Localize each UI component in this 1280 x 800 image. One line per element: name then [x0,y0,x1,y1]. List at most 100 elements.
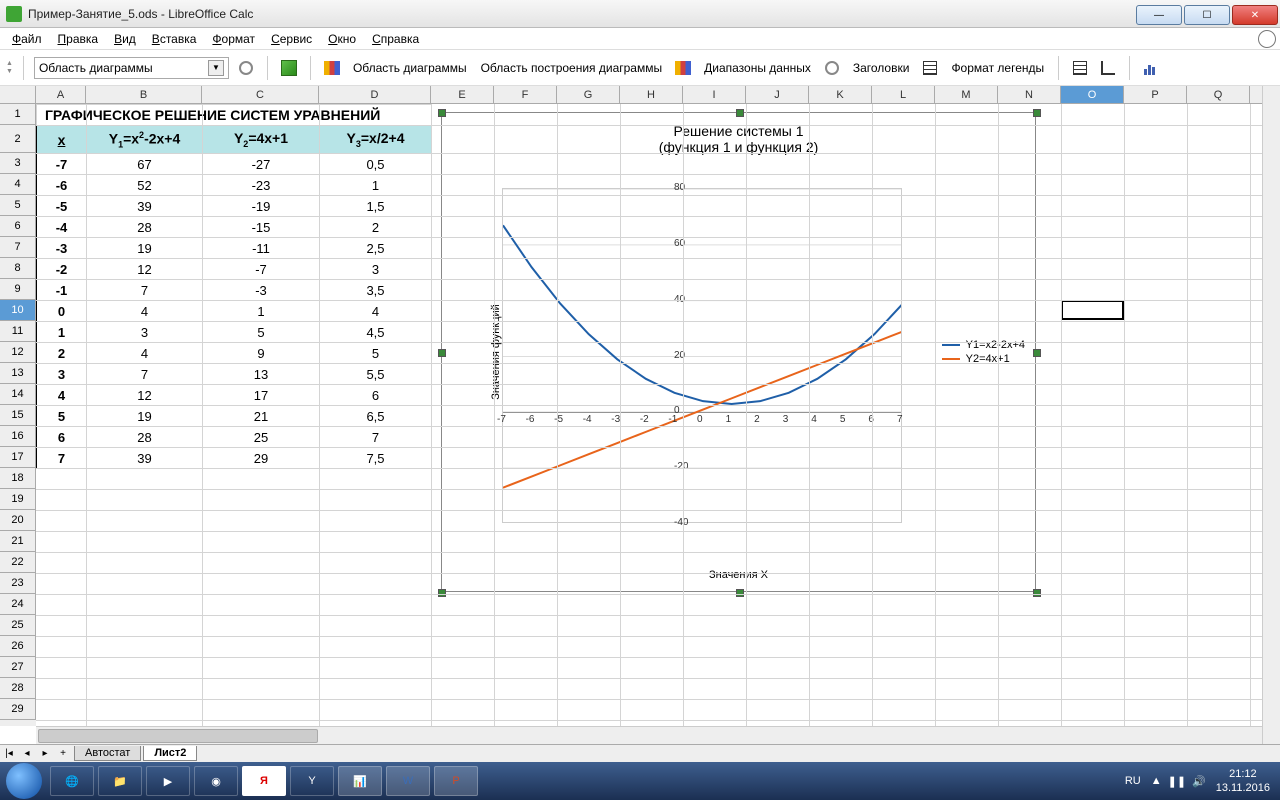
cell[interactable]: -23 [203,175,320,196]
column-header-I[interactable]: I [683,86,746,103]
cell[interactable]: 6 [320,385,432,406]
column-header-C[interactable]: C [202,86,319,103]
column-header-E[interactable]: E [431,86,494,103]
tab-prev-button[interactable]: ◂ [18,748,36,759]
cell[interactable]: 3 [37,364,87,385]
cell[interactable]: -19 [203,196,320,217]
cell[interactable]: 6,5 [320,406,432,427]
resize-handle[interactable] [1033,349,1041,357]
row-header-14[interactable]: 14 [0,384,36,405]
chart-area-button[interactable]: Область диаграммы [349,61,471,75]
tab-next-button[interactable]: ▸ [36,748,54,759]
resize-handle[interactable] [1033,589,1041,597]
chart-area-icon[interactable] [321,57,343,79]
cell[interactable]: 29 [203,448,320,469]
row-header-24[interactable]: 24 [0,594,36,615]
data-ranges-icon[interactable] [672,57,694,79]
menu-insert[interactable]: Вставка [144,30,205,48]
row-header-19[interactable]: 19 [0,489,36,510]
cell[interactable]: 0,5 [320,154,432,175]
cell[interactable]: 2,5 [320,238,432,259]
row-header-28[interactable]: 28 [0,678,36,699]
cell[interactable]: -7 [203,259,320,280]
cell[interactable]: 1 [37,322,87,343]
taskbar-browser2[interactable]: Y [290,766,334,796]
tab-first-button[interactable]: |◂ [0,748,18,759]
cell[interactable]: 67 [87,154,203,175]
column-header-P[interactable]: P [1124,86,1187,103]
cell[interactable]: 3 [87,322,203,343]
cell[interactable]: 2 [320,217,432,238]
tray-network-icon[interactable]: ❚❚ [1168,775,1186,788]
column-header-F[interactable]: F [494,86,557,103]
cell[interactable]: 4 [87,301,203,322]
taskbar-powerpoint[interactable]: P [434,766,478,796]
cell[interactable]: 1,5 [320,196,432,217]
row-header-13[interactable]: 13 [0,363,36,384]
vertical-scrollbar[interactable] [1262,86,1280,744]
menu-window[interactable]: Окно [320,30,364,48]
tray-flag-icon[interactable]: ▲ [1151,775,1162,787]
cell[interactable]: 5 [320,343,432,364]
arrows-icon[interactable]: ▲▼ [6,60,13,75]
cell[interactable]: -27 [203,154,320,175]
row-header-7[interactable]: 7 [0,237,36,258]
cell[interactable]: 28 [87,217,203,238]
window-minimize-button[interactable]: — [1136,5,1182,25]
taskbar-media[interactable]: ▶ [146,766,190,796]
cell[interactable]: 19 [87,238,203,259]
system-clock[interactable]: 21:12 13.11.2016 [1206,767,1280,795]
column-header-K[interactable]: K [809,86,872,103]
scale-text-button[interactable] [1140,57,1162,79]
row-header-15[interactable]: 15 [0,405,36,426]
column-header-Q[interactable]: Q [1187,86,1250,103]
menu-tools[interactable]: Сервис [263,30,320,48]
cell[interactable]: 19 [87,406,203,427]
menu-file[interactable]: Файл [4,30,50,48]
row-header-18[interactable]: 18 [0,468,36,489]
tray-sound-icon[interactable]: 🔊 [1192,775,1206,788]
cell[interactable]: 5 [203,322,320,343]
cell[interactable]: -7 [37,154,87,175]
column-header-D[interactable]: D [319,86,431,103]
cell[interactable]: 1 [203,301,320,322]
legend-icon[interactable] [919,57,941,79]
row-header-4[interactable]: 4 [0,174,36,195]
cell[interactable]: -2 [37,259,87,280]
cell[interactable]: 12 [87,385,203,406]
cell[interactable]: -1 [37,280,87,301]
chart-element-combo[interactable]: Область диаграммы ▼ [34,57,229,79]
menu-edit[interactable]: Правка [50,30,107,48]
menu-view[interactable]: Вид [106,30,144,48]
cell[interactable]: 17 [203,385,320,406]
column-header-A[interactable]: A [36,86,86,103]
cell[interactable]: -15 [203,217,320,238]
row-header-2[interactable]: 2 [0,125,36,153]
cell[interactable]: -5 [37,196,87,217]
row-header-3[interactable]: 3 [0,153,36,174]
taskbar-yandex[interactable]: Я [242,766,286,796]
cell[interactable]: -3 [37,238,87,259]
plot-area-button[interactable]: Область построения диаграммы [477,61,667,75]
row-header-22[interactable]: 22 [0,552,36,573]
cell[interactable]: 5 [37,406,87,427]
cell[interactable]: 21 [203,406,320,427]
cell[interactable]: 39 [87,448,203,469]
column-header-L[interactable]: L [872,86,935,103]
cell[interactable]: 0 [37,301,87,322]
chart-type-button[interactable] [278,57,300,79]
row-header-12[interactable]: 12 [0,342,36,363]
cell[interactable]: 7 [320,427,432,448]
column-header-M[interactable]: M [935,86,998,103]
cell[interactable]: 7,5 [320,448,432,469]
cell[interactable]: 3 [320,259,432,280]
help-icon[interactable] [1258,30,1276,48]
window-maximize-button[interactable]: ☐ [1184,5,1230,25]
cell[interactable]: 7 [37,448,87,469]
row-header-10[interactable]: 10 [0,300,36,321]
row-header-29[interactable]: 29 [0,699,36,720]
language-indicator[interactable]: RU [1125,775,1141,787]
horizontal-scrollbar[interactable] [36,726,1262,744]
row-header-25[interactable]: 25 [0,615,36,636]
column-header-J[interactable]: J [746,86,809,103]
